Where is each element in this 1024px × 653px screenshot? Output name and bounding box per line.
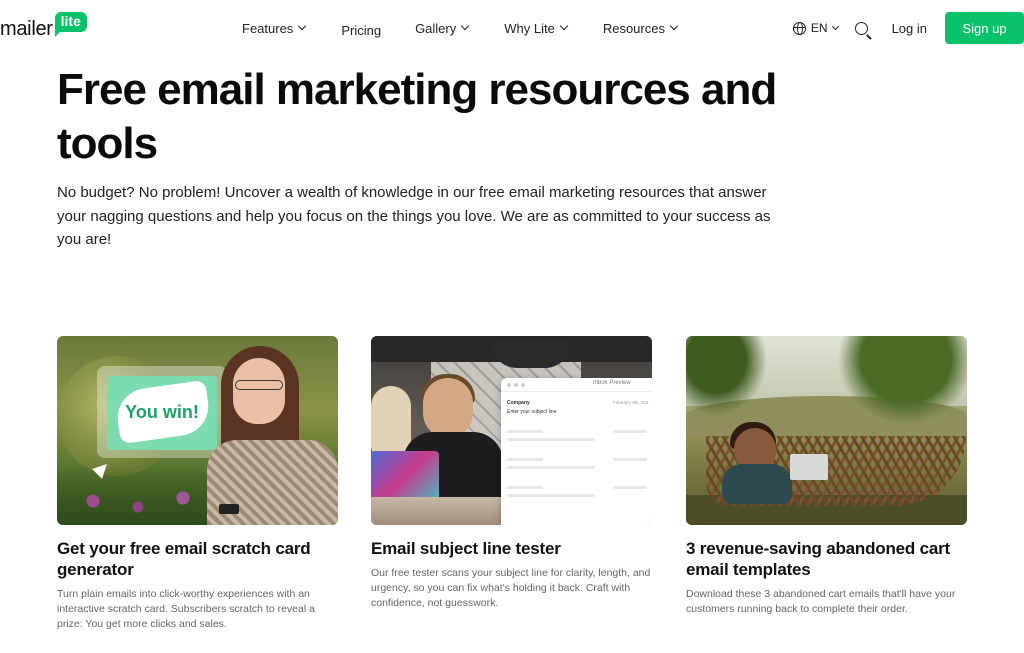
card-title[interactable]: 3 revenue-saving abandoned cart email te… xyxy=(686,538,967,580)
language-label: EN xyxy=(810,21,828,35)
subject-line-tester-image[interactable]: Inbox Preview Company February 8th, 202 … xyxy=(371,336,652,525)
search-icon[interactable] xyxy=(854,21,868,35)
card-title[interactable]: Get your free email scratch card generat… xyxy=(57,538,338,580)
main-menu: Features Pricing Gallery Why Lite Resour… xyxy=(242,19,679,39)
resource-card-scratch-card[interactable]: You win! Get your free email scratch car… xyxy=(57,336,338,632)
chevron-down-icon xyxy=(298,21,307,31)
signup-button[interactable]: Sign up xyxy=(945,12,1024,44)
menu-item-why-lite[interactable]: Why Lite xyxy=(504,19,569,37)
resource-card-abandoned-cart[interactable]: 3 revenue-saving abandoned cart email te… xyxy=(686,336,967,617)
menu-item-label: Why Lite xyxy=(504,20,555,36)
resource-card-subject-line-tester[interactable]: Inbox Preview Company February 8th, 202 … xyxy=(371,336,652,611)
card-description: Turn plain emails into click-worthy expe… xyxy=(57,588,315,630)
preview-subject: Enter your subject line xyxy=(507,409,557,415)
inbox-preview-title: Inbox Preview xyxy=(593,380,631,386)
chevron-down-icon xyxy=(461,21,470,31)
scratch-card-image[interactable]: You win! xyxy=(57,336,338,525)
chevron-down-icon xyxy=(559,21,569,31)
nav-actions: EN Log in Sign up xyxy=(792,12,1024,44)
scratch-card-win-text: You win! xyxy=(125,402,199,422)
logo-wordmark: mailer xyxy=(0,18,53,40)
hero-description: No budget? No problem! Uncover a wealth … xyxy=(57,184,771,248)
card-description: Download these 3 abandoned cart emails t… xyxy=(686,588,956,615)
logo-badge: lite xyxy=(54,12,87,37)
top-navigation: mailer lite Features Pricing Gallery Why… xyxy=(0,0,1024,56)
page-title: Free email marketing resources and tools xyxy=(57,65,777,168)
menu-item-label: Resources xyxy=(602,20,665,36)
login-link[interactable]: Log in xyxy=(892,21,927,36)
menu-item-label: Features xyxy=(242,20,294,36)
abandoned-cart-image[interactable] xyxy=(686,336,967,525)
preview-date: February 8th, 202 xyxy=(613,400,649,405)
card-title[interactable]: Email subject line tester xyxy=(371,538,652,559)
menu-item-label: Gallery xyxy=(415,20,457,36)
chevron-down-icon xyxy=(831,22,839,31)
menu-item-features[interactable]: Features xyxy=(242,19,307,37)
menu-item-resources[interactable]: Resources xyxy=(602,19,679,37)
menu-item-label: Pricing xyxy=(341,22,382,38)
chevron-down-icon xyxy=(669,21,679,31)
menu-item-pricing[interactable]: Pricing xyxy=(341,21,381,39)
mailerlite-logo[interactable]: mailer lite xyxy=(0,12,87,44)
menu-item-gallery[interactable]: Gallery xyxy=(415,19,470,37)
inbox-preview-mockup: Inbox Preview Company February 8th, 202 … xyxy=(501,378,652,525)
language-selector[interactable]: EN xyxy=(792,21,839,35)
card-description: Our free tester scans your subject line … xyxy=(371,567,651,609)
globe-icon xyxy=(792,21,806,35)
preview-company: Company xyxy=(507,400,530,406)
